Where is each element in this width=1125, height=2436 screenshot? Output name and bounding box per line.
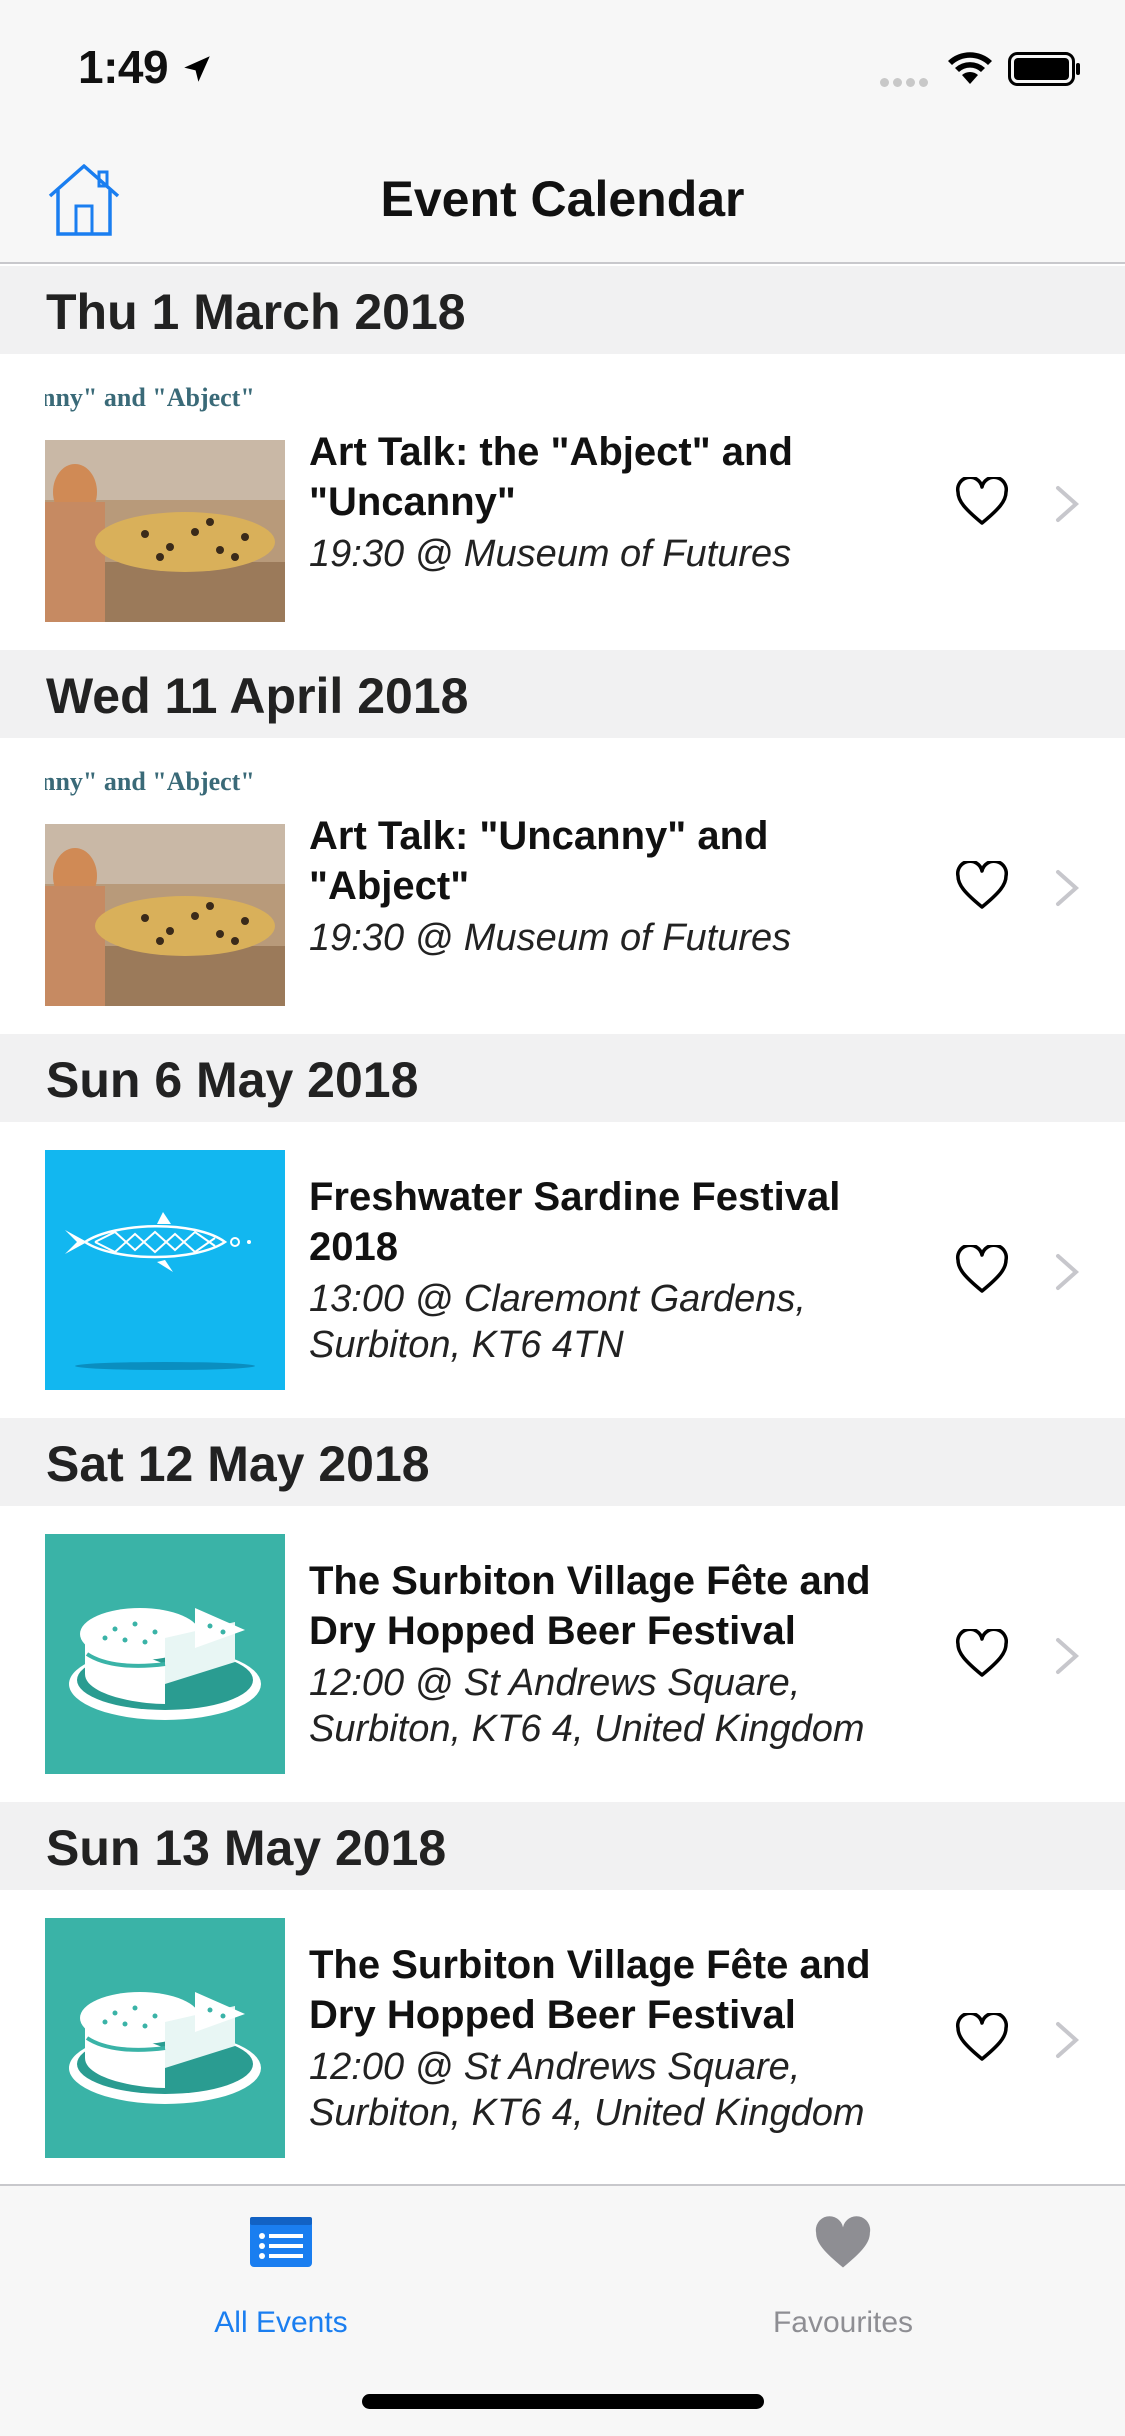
art-talk-image: nny" and "Abject" [45, 766, 285, 1006]
favourite-heart-icon[interactable] [955, 1629, 1009, 1679]
sardine-fish-icon [45, 1150, 285, 1390]
event-list: Thu 1 March 2018 nny" and "Abject" Art T… [0, 266, 1125, 2186]
heart-filled-icon [815, 2216, 871, 2268]
event-row[interactable]: The Surbiton Village Fête and Dry Hopped… [0, 1506, 1125, 1802]
event-row[interactable]: Freshwater Sardine Festival 2018 13:00 @… [0, 1122, 1125, 1418]
event-time-location: 19:30 @ Museum of Futures [309, 917, 792, 959]
page-title: Event Calendar [380, 171, 745, 227]
event-title: The Surbiton Village Fête and Dry Hopped… [309, 1943, 871, 2037]
list-icon [250, 2217, 312, 2267]
tab-label: All Events [214, 2306, 348, 2339]
section-header-date: Sun 13 May 2018 [0, 1802, 1125, 1890]
event-time-location: 19:30 @ Museum of Futures [309, 533, 792, 575]
section-header-date: Sun 6 May 2018 [0, 1034, 1125, 1122]
art-talk-image: nny" and "Abject" [45, 382, 285, 622]
tab-favourites[interactable]: Favourites [562, 2186, 1124, 2356]
favourite-heart-icon[interactable] [955, 477, 1009, 527]
chevron-right-icon [1056, 1254, 1080, 1290]
event-time-location: 12:00 @ St Andrews Square, Surbiton, KT6… [309, 2046, 865, 2134]
favourite-heart-icon[interactable] [955, 1245, 1009, 1295]
section-header-date: Wed 11 April 2018 [0, 650, 1125, 738]
event-title: Art Talk: the "Abject" and "Uncanny" [309, 430, 793, 524]
home-indicator [362, 2394, 764, 2409]
event-title: Art Talk: "Uncanny" and "Abject" [309, 814, 769, 908]
section-header-date: Thu 1 March 2018 [0, 266, 1125, 354]
battery-icon [1008, 52, 1080, 86]
status-time: 1:49 [78, 41, 169, 93]
wifi-icon [948, 52, 992, 84]
chevron-right-icon [1056, 486, 1080, 522]
cake-icon [45, 1918, 285, 2158]
section-header-date: Sat 12 May 2018 [0, 1418, 1125, 1506]
location-arrow-icon [184, 56, 210, 82]
event-time-location: 13:00 @ Claremont Gardens, Surbiton, KT6… [309, 1278, 806, 1366]
svg-text:nny" and "Abject": nny" and "Abject" [45, 767, 255, 796]
status-bar: 1:49 [0, 0, 1125, 132]
event-row[interactable]: The Surbiton Village Fête and Dry Hopped… [0, 1890, 1125, 2186]
event-row[interactable]: nny" and "Abject" Art Talk: "Uncanny" an… [0, 738, 1125, 1034]
tab-all-events[interactable]: All Events [0, 2186, 562, 2356]
event-time-location: 12:00 @ St Andrews Square, Surbiton, KT6… [309, 1662, 865, 1750]
favourite-heart-icon[interactable] [955, 2013, 1009, 2063]
chevron-right-icon [1056, 2022, 1080, 2058]
event-title: The Surbiton Village Fête and Dry Hopped… [309, 1559, 871, 1653]
chevron-right-icon [1056, 870, 1080, 906]
chevron-right-icon [1056, 1638, 1080, 1674]
svg-text:nny" and "Abject": nny" and "Abject" [45, 383, 255, 412]
cake-icon [45, 1534, 285, 1774]
favourite-heart-icon[interactable] [955, 861, 1009, 911]
cellular-signal-icon [880, 74, 932, 92]
navigation-bar: Event Calendar [0, 132, 1125, 264]
event-title: Freshwater Sardine Festival 2018 [309, 1175, 841, 1269]
event-row[interactable]: nny" and "Abject" Art Talk: the "Abject"… [0, 354, 1125, 650]
tab-label: Favourites [772, 2306, 914, 2339]
